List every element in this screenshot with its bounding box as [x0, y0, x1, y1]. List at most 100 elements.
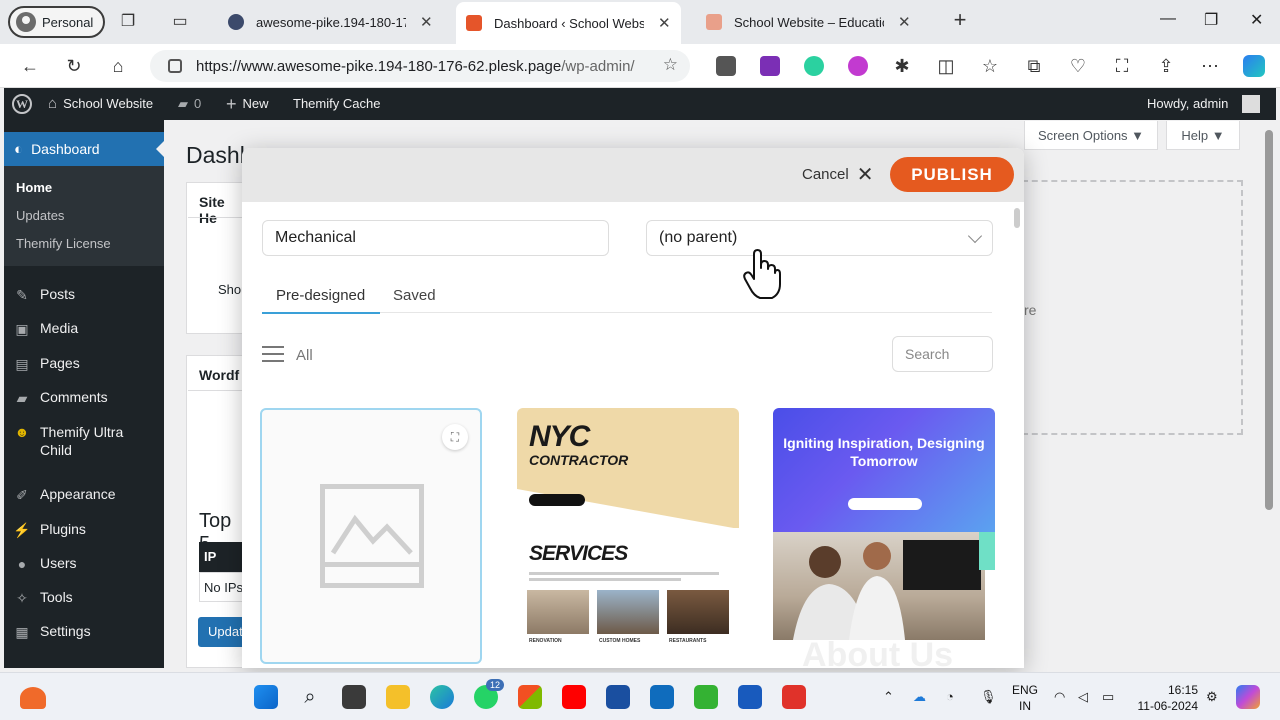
sidebar-item-dashboard[interactable]: ◐ Dashboard — [4, 132, 164, 166]
microphone-icon[interactable]: 🎙 — [980, 689, 997, 705]
page-scrollbar[interactable] — [1262, 120, 1276, 668]
extensions-puzzle-icon[interactable]: ✱ — [891, 56, 913, 77]
template-card-igniting-inspiration[interactable]: Igniting Inspiration, Designing Tomorrow — [773, 408, 995, 664]
address-bar[interactable]: https://www.awesome-pike.194-180-176-62.… — [150, 50, 690, 82]
browser-tab-plesk[interactable]: awesome-pike.194-180-176 ✕ — [218, 4, 443, 40]
restore-icon[interactable]: ❐ — [1204, 10, 1218, 30]
minimize-icon[interactable]: — — [1160, 10, 1176, 28]
preview-icon[interactable]: ⛶ — [442, 424, 468, 450]
extension-icon[interactable] — [716, 56, 736, 76]
themify-cache-link[interactable]: Themify Cache — [293, 88, 380, 120]
browser-tab-school[interactable]: School Website – Educatio ✕ — [696, 4, 921, 40]
screen-options-button[interactable]: Screen Options ▼ — [1024, 121, 1158, 150]
close-tab-icon[interactable]: ✕ — [420, 13, 433, 31]
battery-icon[interactable]: ▭ — [1102, 689, 1114, 705]
system-clock[interactable]: 16:15 11-06-2024 — [1134, 682, 1199, 714]
home-icon[interactable]: ⌂ — [107, 56, 129, 77]
favorite-star-icon[interactable]: ☆ — [663, 55, 678, 75]
site-name-link[interactable]: ⌂ School Website — [48, 88, 153, 120]
volume-icon[interactable]: ◁ — [1078, 689, 1088, 705]
sidebar-item-tools[interactable]: ✧ Tools — [12, 589, 73, 607]
back-icon[interactable]: ← — [19, 56, 41, 77]
notifications-icon[interactable]: ⚙ — [1206, 689, 1218, 705]
submenu-themify-license[interactable]: Themify License — [16, 236, 111, 251]
task-view-icon[interactable] — [342, 685, 366, 709]
sidebar-item-settings[interactable]: ▦ Settings — [12, 623, 90, 641]
update-button[interactable]: Updat — [198, 617, 248, 647]
copilot-icon[interactable] — [1236, 685, 1260, 709]
sidebar-item-users[interactable]: ● Users — [12, 555, 77, 573]
workspaces-icon[interactable]: ❐ — [118, 12, 138, 32]
page-title-input[interactable]: Mechanical — [262, 220, 609, 256]
sidebar-item-pages[interactable]: ▤ Pages — [12, 355, 79, 373]
onedrive-icon[interactable]: ☁ — [913, 689, 926, 705]
placeholder-text: re — [1024, 302, 1037, 318]
close-tab-icon[interactable]: ✕ — [658, 14, 671, 32]
divider — [188, 390, 246, 391]
chevron-up-icon[interactable]: ⌃ — [883, 689, 894, 705]
submenu-home[interactable]: Home — [16, 180, 52, 195]
camtasia-icon[interactable] — [694, 685, 718, 709]
comments-link[interactable]: ▰ 0 — [178, 88, 201, 120]
language-indicator[interactable]: ENG IN — [1010, 682, 1040, 714]
cancel-button[interactable]: Cancel ✕ — [802, 165, 873, 185]
favorites-icon[interactable]: ☆ — [979, 56, 1001, 77]
close-window-icon[interactable]: ✕ — [1250, 10, 1263, 30]
extension-icon[interactable] — [804, 56, 824, 76]
browser-tab-dashboard[interactable]: Dashboard ‹ School Websit ✕ — [456, 2, 681, 44]
category-filter-label[interactable]: All — [296, 347, 313, 364]
category-menu-icon[interactable] — [262, 346, 284, 367]
more-menu-icon[interactable]: ⋯ — [1199, 56, 1221, 77]
extension-icon[interactable] — [848, 56, 868, 76]
recorder-icon[interactable] — [782, 685, 806, 709]
help-button[interactable]: Help ▼ — [1166, 121, 1240, 150]
template-card-nyc-contractor[interactable]: NYC CONTRACTOR SERVICES RENOVATION CUSTO… — [517, 408, 739, 664]
close-tab-icon[interactable]: ✕ — [898, 13, 911, 31]
tab-pre-designed[interactable]: Pre-designed — [276, 287, 365, 304]
collections-icon[interactable]: ⧉ — [1023, 56, 1045, 77]
store-icon[interactable] — [518, 685, 542, 709]
sidebar-item-comments[interactable]: ▰ Comments — [12, 389, 108, 407]
template-title: NYC — [529, 420, 590, 453]
tab-actions-icon[interactable]: ▭ — [170, 12, 190, 32]
youtube-icon[interactable] — [562, 685, 586, 709]
outlook-icon[interactable] — [650, 685, 674, 709]
sidebar-item-posts[interactable]: ✎ Posts — [12, 286, 75, 304]
wp-logo-menu[interactable]: W — [12, 88, 32, 120]
refresh-icon[interactable]: ↻ — [63, 56, 85, 77]
submenu-updates[interactable]: Updates — [16, 208, 64, 223]
scrollbar-thumb[interactable] — [1265, 130, 1273, 510]
onenote-extension-icon[interactable] — [760, 56, 780, 76]
parent-page-select[interactable]: (no parent) — [646, 220, 993, 256]
new-content-menu[interactable]: + New — [226, 88, 269, 120]
template-card-blank[interactable]: ⛶ — [260, 408, 482, 664]
sidebar-item-media[interactable]: ▣ Media — [12, 320, 78, 338]
profile-button[interactable]: Personal — [8, 6, 106, 38]
search-icon[interactable]: ⌕ — [298, 685, 322, 709]
word-icon[interactable] — [738, 685, 762, 709]
my-account-menu[interactable]: Howdy, admin — [1147, 88, 1261, 120]
split-screen-icon[interactable]: ◫ — [935, 56, 957, 77]
to-do-icon[interactable] — [606, 685, 630, 709]
new-tab-icon[interactable]: + — [950, 9, 970, 31]
sidebar-item-appearance[interactable]: ✐ Appearance — [12, 486, 115, 504]
sidebar-item-themify[interactable]: ☻ Themify Ultra Child — [12, 423, 152, 459]
wifi-icon[interactable]: ◠ — [1054, 689, 1065, 705]
profile-label: Personal — [42, 14, 94, 30]
screenshot-icon[interactable]: ⛶ — [1111, 56, 1133, 77]
start-icon[interactable] — [254, 685, 278, 709]
file-explorer-icon[interactable] — [386, 685, 410, 709]
modal-scrollbar-thumb[interactable] — [1014, 208, 1020, 228]
template-search-input[interactable]: Search — [892, 336, 993, 372]
edge-icon[interactable] — [430, 685, 454, 709]
pages-icon: ▤ — [15, 356, 29, 372]
sidebar-item-plugins[interactable]: ⚡ Plugins — [12, 521, 86, 539]
whatsapp-icon[interactable]: 12 — [474, 679, 505, 709]
network-activity-icon[interactable]: ◔ — [946, 689, 954, 704]
health-icon[interactable]: ♡ — [1067, 56, 1089, 77]
tab-saved[interactable]: Saved — [393, 287, 436, 304]
weather-app-icon[interactable] — [20, 687, 46, 709]
publish-button[interactable]: PUBLISH — [890, 157, 1014, 192]
copilot-icon[interactable] — [1243, 55, 1265, 77]
share-icon[interactable]: ⇪ — [1155, 56, 1177, 77]
